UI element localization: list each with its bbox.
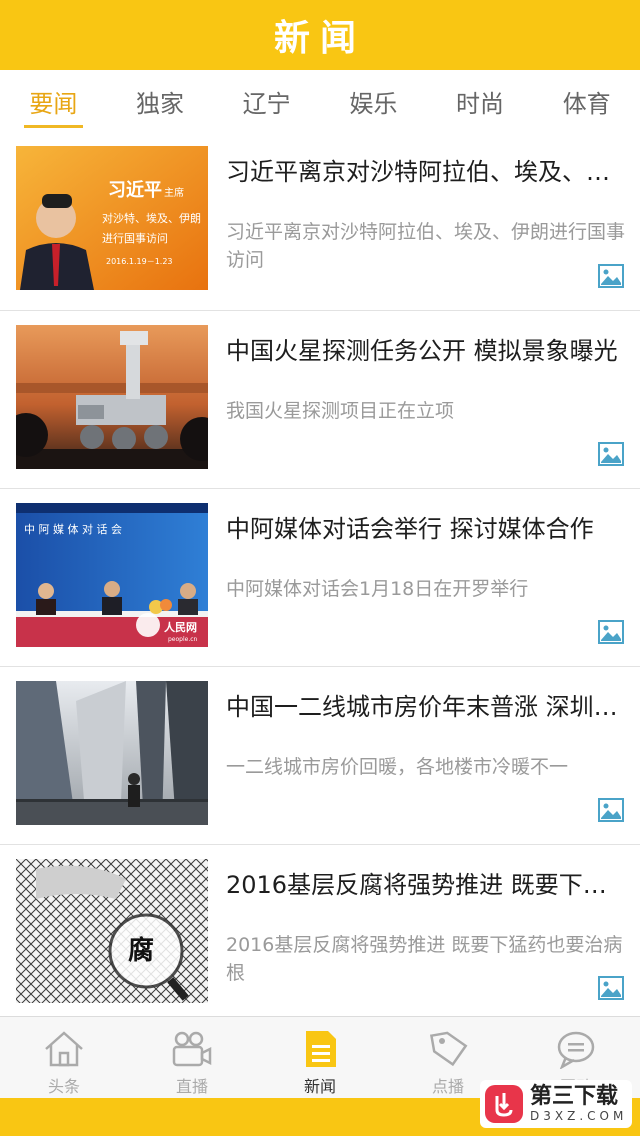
chat-icon <box>557 1031 595 1069</box>
image-icon <box>598 620 624 644</box>
tab-dujia[interactable]: 独家 <box>107 70 214 132</box>
news-item[interactable]: 腐 2016基层反腐将强势推进 既要下猛药也要治病根 2016基层反腐将强势推进… <box>0 844 640 1016</box>
tabbar-item-headlines[interactable]: 头条 <box>0 1017 128 1098</box>
tabbar-label: 头条 <box>47 1077 80 1096</box>
tabbar-label: 直播 <box>175 1077 208 1096</box>
news-thumbnail: 习近平 主席 对沙特、埃及、伊朗 进行国事访问 2016.1.19－1.23 <box>16 146 208 290</box>
home-icon <box>45 1031 83 1067</box>
news-title: 习近平离京对沙特阿拉伯、埃及、伊朗进行国事访问 <box>226 158 622 186</box>
thumb-line2: 进行国事访问 <box>102 232 168 245</box>
thumb-name: 习近平 <box>108 179 162 201</box>
news-list: 习近平 主席 对沙特、埃及、伊朗 进行国事访问 2016.1.19－1.23 习… <box>0 132 640 1016</box>
news-title: 中国火星探测任务公开 模拟景象曝光 <box>226 337 618 365</box>
news-item[interactable]: 中国火星探测任务公开 模拟景象曝光 我国火星探测项目正在立项 <box>0 310 640 488</box>
category-tabs: 要闻 独家 辽宁 娱乐 时尚 体育 <box>0 70 640 132</box>
news-summary: 中阿媒体对话会1月18日在开罗举行 <box>226 578 529 600</box>
tabbar-item-live[interactable]: 直播 <box>128 1017 256 1098</box>
news-summary: 一二线城市房价回暖，各地楼市冷暖不一 <box>226 756 569 778</box>
tab-yaowen[interactable]: 要闻 <box>0 70 107 132</box>
image-icon <box>598 798 624 822</box>
page-title: 新闻 <box>273 18 366 59</box>
news-thumbnail <box>16 325 208 469</box>
video-camera-icon <box>172 1031 212 1067</box>
watermark: 第三下载 D3XZ.COM <box>480 1080 632 1128</box>
image-icon <box>598 264 624 288</box>
news-title: 中国一二线城市房价年末普涨 深圳领跑 <box>226 693 622 721</box>
tab-shishang[interactable]: 时尚 <box>427 70 534 132</box>
tag-icon <box>429 1031 468 1067</box>
watermark-main: 第三下载 <box>530 1084 619 1109</box>
image-icon <box>598 976 624 1000</box>
tabbar-item-news[interactable]: 新闻 <box>256 1017 384 1098</box>
thumb-logo-sub: people.cn <box>168 636 198 643</box>
thumb-dates: 2016.1.19－1.23 <box>106 257 173 266</box>
watermark-sub: D3XZ.COM <box>530 1109 628 1123</box>
app-header: 新闻 <box>0 0 640 70</box>
news-thumbnail <box>16 681 208 825</box>
news-summary: 2016基层反腐将强势推进 既要下猛药也要治病根 <box>226 934 623 984</box>
news-summary: 我国火星探测项目正在立项 <box>226 400 455 422</box>
document-icon <box>306 1031 336 1067</box>
tabbar-label: 新闻 <box>303 1077 336 1096</box>
thumb-banner: 中 阿 媒 体 对 话 会 <box>24 522 122 536</box>
news-summary: 习近平离京对沙特阿拉伯、埃及、伊朗进行国事访问 <box>226 221 626 271</box>
news-item[interactable]: 习近平 主席 对沙特、埃及、伊朗 进行国事访问 2016.1.19－1.23 习… <box>0 132 640 310</box>
image-icon <box>598 442 624 466</box>
news-thumbnail: 中 阿 媒 体 对 话 会 人民网 people.cn <box>16 503 208 647</box>
tab-yule[interactable]: 娱乐 <box>320 70 427 132</box>
news-title: 2016基层反腐将强势推进 既要下猛药也要治病根 <box>226 871 622 899</box>
thumb-logo: 人民网 <box>164 620 197 634</box>
tab-tiyu[interactable]: 体育 <box>533 70 640 132</box>
thumb-word: 腐 <box>128 936 154 966</box>
news-item[interactable]: 中 阿 媒 体 对 话 会 人民网 people.cn 中阿媒体对话会举行 探讨… <box>0 488 640 666</box>
news-title: 中阿媒体对话会举行 探讨媒体合作 <box>226 515 594 543</box>
thumb-role: 主席 <box>164 186 184 199</box>
download-logo-icon <box>485 1085 523 1123</box>
tab-liaoning[interactable]: 辽宁 <box>213 70 320 132</box>
news-item[interactable]: 中国一二线城市房价年末普涨 深圳领跑 一二线城市房价回暖，各地楼市冷暖不一 <box>0 666 640 844</box>
tabbar-label: 点播 <box>431 1077 464 1096</box>
thumb-line1: 对沙特、埃及、伊朗 <box>102 211 201 225</box>
news-thumbnail: 腐 <box>16 859 208 1003</box>
